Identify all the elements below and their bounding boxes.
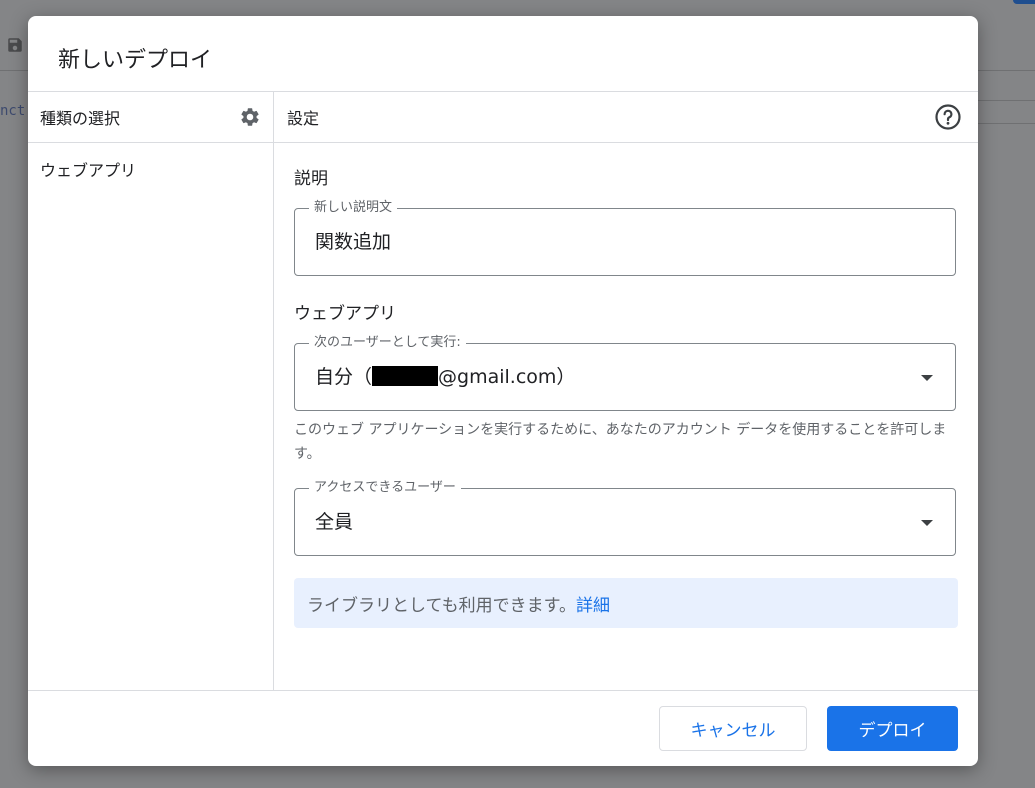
description-field-value: 関数追加 <box>315 231 392 253</box>
footer-divider <box>28 690 978 691</box>
sidebar-title: 種類の選択 <box>40 109 121 128</box>
details-link[interactable]: 詳細 <box>576 591 610 616</box>
description-field[interactable]: 新しい説明文 関数追加 <box>294 200 956 276</box>
access-legend: アクセスできるユーザー <box>309 480 461 496</box>
webapp-section-label: ウェブアプリ <box>294 304 396 324</box>
access-value: 全員 <box>315 511 354 533</box>
execute-as-value: 自分（ @gmail.com） <box>315 366 575 388</box>
description-field-legend: 新しい説明文 <box>309 200 398 216</box>
execute-as-hint: このウェブ アプリケーションを実行するために、あなたのアカウント データを使用す… <box>294 422 947 462</box>
background-editor-line <box>978 100 1035 124</box>
help-icon[interactable] <box>934 103 962 131</box>
execute-as-value-suffix: @gmail.com） <box>438 366 576 388</box>
cancel-button[interactable]: キャンセル <box>659 706 807 751</box>
execute-as-legend: 次のユーザーとして実行: <box>309 335 466 351</box>
settings-title: 設定 <box>287 109 320 128</box>
new-deployment-dialog: 新しいデプロイ 種類の選択 ウェブアプリ 設定 説明 新しい説明文 関数追加 ウ… <box>28 16 978 766</box>
save-icon <box>8 38 22 52</box>
sidebar-item-webapp[interactable]: ウェブアプリ <box>28 157 273 181</box>
chevron-down-icon[interactable] <box>921 520 933 526</box>
deploy-button[interactable]: デプロイ <box>827 706 958 751</box>
redacted-email-block <box>372 366 439 386</box>
library-info-banner: ライブラリとしても利用できます。 詳細 <box>294 578 958 628</box>
gear-icon[interactable] <box>239 106 261 128</box>
library-info-text: ライブラリとしても利用できます。 <box>307 595 576 616</box>
description-section-label: 説明 <box>294 169 328 189</box>
background-corner-accent <box>1013 0 1035 4</box>
chevron-down-icon[interactable] <box>921 375 933 381</box>
deployment-type-sidebar: 種類の選択 ウェブアプリ <box>28 92 274 691</box>
settings-header: 設定 <box>274 92 978 143</box>
execute-as-value-prefix: 自分（ <box>315 366 373 388</box>
background-code-fragment: nct <box>0 103 26 119</box>
settings-panel: 設定 説明 新しい説明文 関数追加 ウェブアプリ 次のユーザーとして実行: 自分… <box>274 92 978 691</box>
access-select[interactable]: アクセスできるユーザー 全員 <box>294 480 956 556</box>
dialog-title: 新しいデプロイ <box>58 48 213 73</box>
sidebar-header: 種類の選択 <box>28 92 273 143</box>
execute-as-select[interactable]: 次のユーザーとして実行: 自分（ @gmail.com） <box>294 335 956 411</box>
